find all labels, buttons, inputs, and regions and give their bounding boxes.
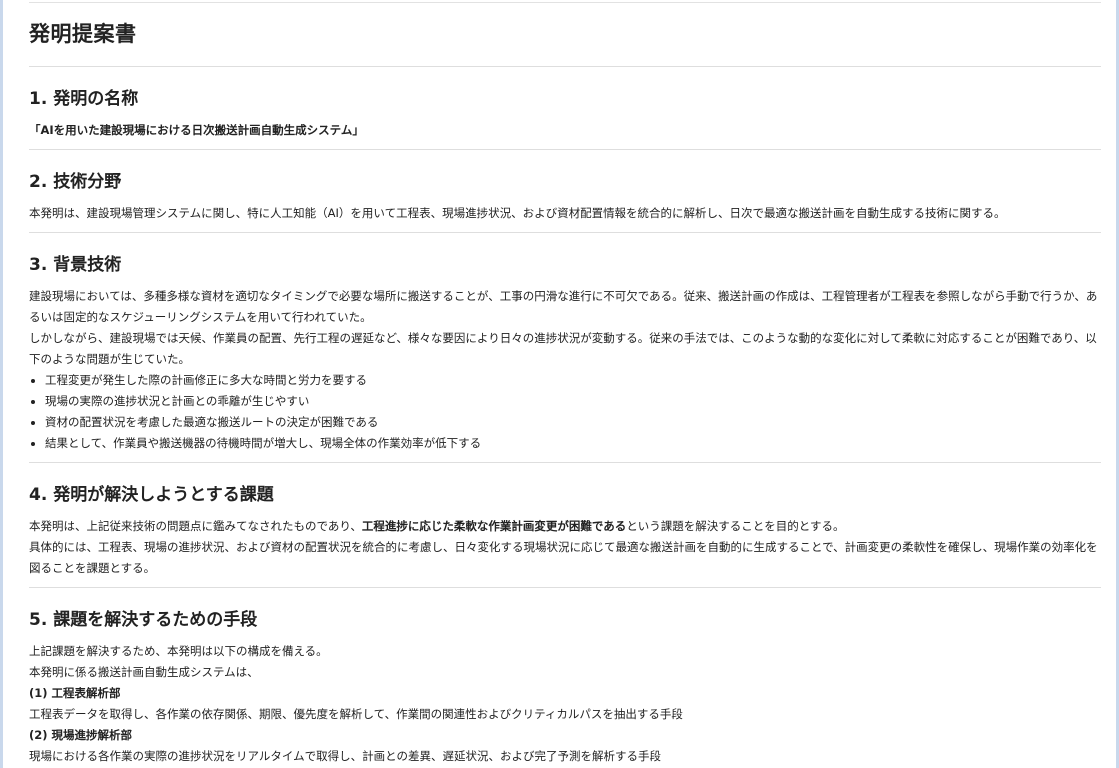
section-heading-background: 3. 背景技術	[29, 255, 122, 275]
list-item: 資材の配置状況を考慮した最適な搬送ルートの決定が困難である	[45, 412, 1101, 433]
divider	[29, 587, 1101, 588]
section-heading-problem: 4. 発明が解決しようとする課題	[29, 485, 274, 505]
document-frame: 発明提案書 1. 発明の名称 「AIを用いた建設現場における日次搬送計画自動生成…	[0, 0, 1119, 768]
background-problem-list: 工程変更が発生した際の計画修正に多大な時間と労力を要する 現場の実際の進捗状況と…	[29, 370, 1101, 454]
problem-paragraph-2: 具体的には、工程表、現場の進捗状況、および資材の配置状況を統合的に考慮し、日々変…	[29, 540, 1098, 575]
problem-paragraph-1: 本発明は、上記従来技術の問題点に鑑みてなされたものであり、工程進捗に応じた柔軟な…	[29, 516, 1101, 537]
solution-item-2-body: 現場における各作業の実際の進捗状況をリアルタイムで取得し、計画との差異、遅延状況…	[29, 749, 662, 763]
section-heading-solution: 5. 課題を解決するための手段	[29, 610, 258, 630]
list-item: 結果として、作業員や搬送機器の待機時間が増大し、現場全体の作業効率が低下する	[45, 433, 1101, 454]
list-item: 現場の実際の進捗状況と計画との乖離が生じやすい	[45, 391, 1101, 412]
section-heading-invention-name: 1. 発明の名称	[29, 89, 139, 109]
technical-field-text: 本発明は、建設現場管理システムに関し、特に人工知能（AI）を用いて工程表、現場進…	[29, 206, 1006, 220]
invention-name-text: 「AIを用いた建設現場における日次搬送計画自動生成システム」	[29, 123, 364, 137]
section-heading-technical-field: 2. 技術分野	[29, 172, 122, 192]
divider	[29, 232, 1101, 233]
solution-item-2-title: (2) 現場進捗解析部	[29, 728, 133, 742]
problem-text-emphasis: 工程進捗に応じた柔軟な作業計画変更が困難である	[361, 519, 627, 533]
divider	[29, 66, 1101, 67]
document-body: 発明提案書 1. 発明の名称 「AIを用いた建設現場における日次搬送計画自動生成…	[29, 0, 1101, 767]
problem-text-post: という課題を解決することを目的とする。	[626, 519, 845, 533]
document-title: 発明提案書	[29, 22, 137, 46]
list-item: 工程変更が発生した際の計画修正に多大な時間と労力を要する	[45, 370, 1101, 391]
solution-intro-line-2: 本発明に係る搬送計画自動生成システムは、	[29, 665, 259, 679]
solution-item-1-title: (1) 工程表解析部	[29, 686, 121, 700]
background-paragraph-1: 建設現場においては、多種多様な資材を適切なタイミングで必要な場所に搬送することが…	[29, 289, 1098, 324]
top-divider	[29, 2, 1101, 3]
solution-intro-line-1: 上記課題を解決するため、本発明は以下の構成を備える。	[29, 644, 328, 658]
divider	[29, 462, 1101, 463]
divider	[29, 149, 1101, 150]
solution-item-1-body: 工程表データを取得し、各作業の依存関係、期限、優先度を解析して、作業間の関連性お…	[29, 707, 683, 721]
background-paragraph-2: しかしながら、建設現場では天候、作業員の配置、先行工程の遅延など、様々な要因によ…	[29, 331, 1097, 366]
problem-text-pre: 本発明は、上記従来技術の問題点に鑑みてなされたものであり、	[29, 519, 362, 533]
